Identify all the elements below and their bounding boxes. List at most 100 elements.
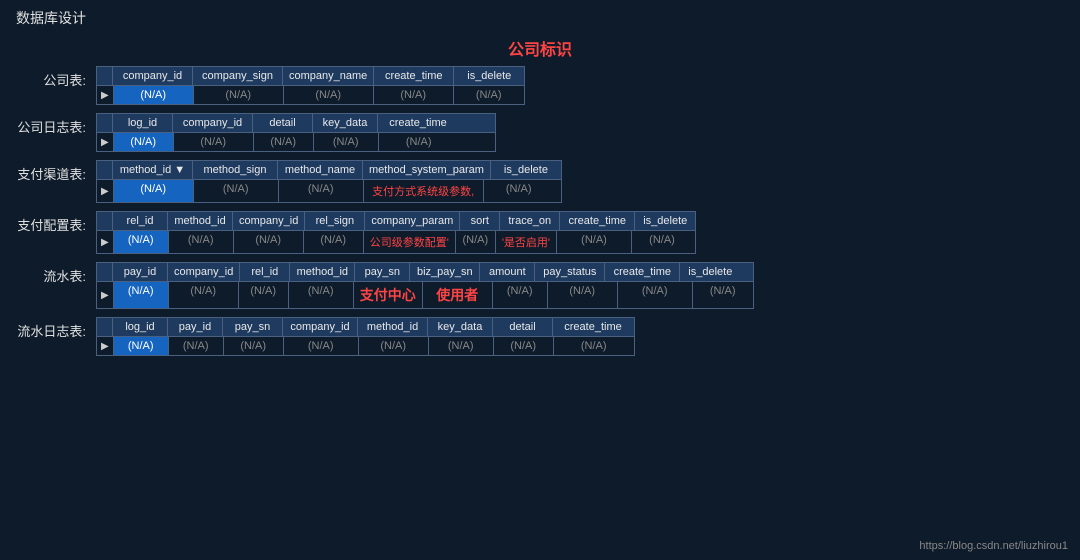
- db-table-1: log_idcompany_iddetailkey_datacreate_tim…: [96, 113, 496, 152]
- arrow-header-0: [97, 67, 113, 85]
- col-body-4-8: (N/A): [618, 282, 693, 308]
- col-body-3-4: 公司级参数配置': [364, 231, 456, 253]
- col-body-5-2: (N/A): [224, 337, 284, 355]
- col-body-0-0: (N/A): [114, 86, 194, 104]
- col-body-1-0: (N/A): [114, 133, 174, 151]
- col-body-3-1: (N/A): [169, 231, 234, 253]
- table-label-1: 公司日志表:: [16, 113, 96, 136]
- col-body-2-3: 支付方式系统级参数,: [364, 180, 484, 202]
- col-body-2-0: (N/A): [114, 180, 194, 202]
- col-header-3-1: method_id: [168, 212, 233, 230]
- col-body-5-1: (N/A): [169, 337, 224, 355]
- col-header-4-9: is_delete: [680, 263, 740, 281]
- page-title: 数据库设计: [0, 0, 1080, 36]
- col-body-2-4: (N/A): [484, 180, 554, 202]
- col-body-4-3: (N/A): [289, 282, 354, 308]
- col-header-4-2: rel_id: [240, 263, 290, 281]
- arrow-header-4: [97, 263, 113, 281]
- arrow-body-5: ▶: [97, 337, 114, 355]
- tables-container: 公司表:company_idcompany_signcompany_namecr…: [16, 66, 1064, 356]
- table-row-2: 支付渠道表:method_id ▼method_signmethod_namem…: [16, 160, 1064, 203]
- table-row-0: 公司表:company_idcompany_signcompany_namecr…: [16, 66, 1064, 105]
- db-table-4: pay_idcompany_idrel_idmethod_idpay_snbiz…: [96, 262, 754, 309]
- col-body-3-8: (N/A): [632, 231, 692, 253]
- table-row-4: 流水表:pay_idcompany_idrel_idmethod_idpay_s…: [16, 262, 1064, 309]
- col-header-2-4: is_delete: [491, 161, 561, 179]
- col-header-4-4: pay_sn: [355, 263, 410, 281]
- col-header-2-2: method_name: [278, 161, 363, 179]
- col-header-0-2: company_name: [283, 67, 374, 85]
- col-header-1-3: key_data: [313, 114, 378, 132]
- watermark: https://blog.csdn.net/liuzhirou1: [919, 540, 1068, 552]
- col-header-4-1: company_id: [168, 263, 240, 281]
- col-body-4-6: (N/A): [493, 282, 548, 308]
- table-label-4: 流水表:: [16, 262, 96, 285]
- db-table-2: method_id ▼method_signmethod_namemethod_…: [96, 160, 562, 203]
- col-header-0-4: is_delete: [454, 67, 524, 85]
- col-body-3-0: (N/A): [114, 231, 169, 253]
- col-body-4-2: (N/A): [239, 282, 289, 308]
- col-header-2-0: method_id ▼: [113, 161, 193, 179]
- col-body-3-5: (N/A): [456, 231, 496, 253]
- col-header-5-6: detail: [493, 318, 553, 336]
- col-body-1-1: (N/A): [174, 133, 254, 151]
- col-body-0-4: (N/A): [454, 86, 524, 104]
- arrow-body-4: ▶: [97, 282, 114, 308]
- db-table-0: company_idcompany_signcompany_namecreate…: [96, 66, 525, 105]
- col-body-3-7: (N/A): [557, 231, 632, 253]
- col-header-3-5: sort: [460, 212, 500, 230]
- col-header-4-5: biz_pay_sn: [410, 263, 480, 281]
- col-body-1-4: (N/A): [379, 133, 459, 151]
- col-header-3-0: rel_id: [113, 212, 168, 230]
- col-header-3-6: trace_on: [500, 212, 560, 230]
- col-header-0-3: create_time: [374, 67, 454, 85]
- col-header-2-3: method_system_param: [363, 161, 491, 179]
- col-body-4-1: (N/A): [169, 282, 239, 308]
- col-body-5-3: (N/A): [284, 337, 359, 355]
- arrow-body-0: ▶: [97, 86, 114, 104]
- arrow-header-1: [97, 114, 113, 132]
- col-header-5-4: method_id: [358, 318, 428, 336]
- col-body-5-0: (N/A): [114, 337, 169, 355]
- arrow-body-1: ▶: [97, 133, 114, 151]
- col-body-2-2: (N/A): [279, 180, 364, 202]
- col-body-5-6: (N/A): [494, 337, 554, 355]
- col-header-5-1: pay_id: [168, 318, 223, 336]
- table-label-2: 支付渠道表:: [16, 160, 96, 183]
- db-table-5: log_idpay_idpay_sncompany_idmethod_idkey…: [96, 317, 635, 356]
- db-table-3: rel_idmethod_idcompany_idrel_signcompany…: [96, 211, 696, 254]
- col-body-5-5: (N/A): [429, 337, 494, 355]
- col-header-0-0: company_id: [113, 67, 193, 85]
- col-body-0-3: (N/A): [374, 86, 454, 104]
- col-body-0-2: (N/A): [284, 86, 374, 104]
- col-header-1-4: create_time: [378, 114, 458, 132]
- col-body-3-3: (N/A): [304, 231, 364, 253]
- table-row-5: 流水日志表:log_idpay_idpay_sncompany_idmethod…: [16, 317, 1064, 356]
- col-body-0-1: (N/A): [194, 86, 284, 104]
- col-body-2-1: (N/A): [194, 180, 279, 202]
- col-header-5-2: pay_sn: [223, 318, 283, 336]
- arrow-header-3: [97, 212, 113, 230]
- col-header-1-2: detail: [253, 114, 313, 132]
- col-header-4-8: create_time: [605, 263, 680, 281]
- col-body-4-7: (N/A): [548, 282, 618, 308]
- arrow-body-3: ▶: [97, 231, 114, 253]
- col-header-3-8: is_delete: [635, 212, 695, 230]
- col-header-0-1: company_sign: [193, 67, 283, 85]
- table-label-0: 公司表:: [16, 66, 96, 89]
- col-body-5-4: (N/A): [359, 337, 429, 355]
- col-body-4-5: 使用者: [423, 282, 493, 308]
- col-header-5-5: key_data: [428, 318, 493, 336]
- arrow-body-2: ▶: [97, 180, 114, 202]
- main-content: 公司标识 公司表:company_idcompany_signcompany_n…: [0, 36, 1080, 356]
- arrow-header-2: [97, 161, 113, 179]
- table-label-5: 流水日志表:: [16, 317, 96, 340]
- col-body-5-7: (N/A): [554, 337, 634, 355]
- table-row-1: 公司日志表:log_idcompany_iddetailkey_datacrea…: [16, 113, 1064, 152]
- col-header-5-3: company_id: [283, 318, 358, 336]
- col-header-3-7: create_time: [560, 212, 635, 230]
- col-header-1-0: log_id: [113, 114, 173, 132]
- col-header-5-7: create_time: [553, 318, 633, 336]
- col-header-2-1: method_sign: [193, 161, 278, 179]
- col-header-4-0: pay_id: [113, 263, 168, 281]
